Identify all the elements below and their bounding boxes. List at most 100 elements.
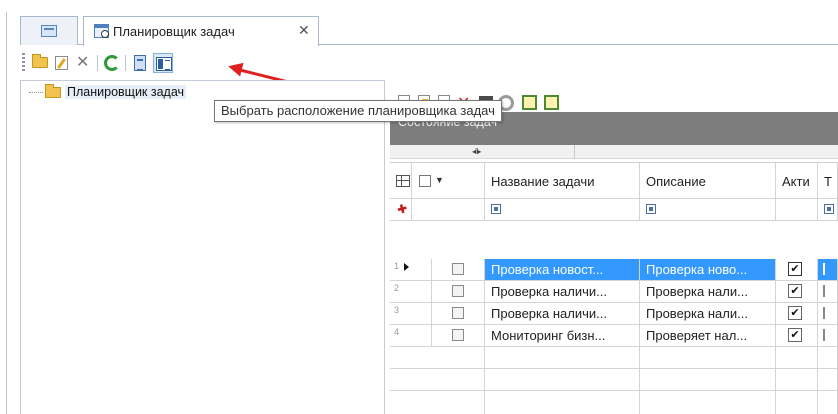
- tab-task-scheduler[interactable]: Планировщик задач ✕: [83, 16, 319, 46]
- row-checkbox[interactable]: [452, 329, 464, 341]
- cell-task-name[interactable]: Проверка наличи...: [485, 281, 640, 303]
- column-header-description[interactable]: Описание: [640, 163, 776, 199]
- cell-task-name[interactable]: Мониторинг бизн...: [485, 325, 640, 347]
- tooltip: Выбрать расположение планировщика задач: [214, 100, 502, 122]
- row-indicator-cell[interactable]: 2: [390, 281, 432, 303]
- table-row[interactable]: 2 Проверка наличи... Проверка нали... ✔: [390, 281, 838, 303]
- tasks-grid: ▼ Название задачи Описание Акти Т ✖ 1 Про…: [390, 162, 838, 414]
- import-icon: [544, 95, 559, 110]
- cell-active[interactable]: ✔: [776, 303, 818, 325]
- cell-task-name[interactable]: Проверка новост...: [485, 259, 640, 281]
- cell-type[interactable]: [818, 325, 838, 347]
- cell-description[interactable]: Проверка ново...: [640, 259, 776, 281]
- empty-row: [390, 369, 838, 391]
- truncated-text-mark: [823, 263, 825, 275]
- filter-type-cell[interactable]: [818, 199, 838, 221]
- column-chooser-cell[interactable]: [390, 163, 412, 199]
- row-indicator-cell[interactable]: 1: [390, 259, 432, 281]
- tree-panel: Планировщик задач: [20, 80, 385, 414]
- grid-header-row: ▼ Название задачи Описание Акти Т: [390, 163, 838, 199]
- active-checkbox[interactable]: ✔: [788, 328, 802, 342]
- filter-icon: [646, 204, 656, 214]
- select-all-cell[interactable]: ▼: [412, 163, 485, 199]
- empty-row: [390, 391, 838, 414]
- window-icon: [41, 25, 57, 37]
- calendar-clock-icon: [94, 24, 109, 38]
- chevron-down-icon[interactable]: ▼: [435, 175, 444, 185]
- panel-layout-icon: [156, 57, 172, 71]
- cell-type[interactable]: [818, 281, 838, 303]
- cell-active[interactable]: ✔: [776, 259, 818, 281]
- book-icon: [134, 55, 146, 71]
- export-button[interactable]: [521, 94, 539, 112]
- refresh-button[interactable]: [102, 53, 122, 73]
- tab-strip: Планировщик задач ✕: [20, 16, 838, 46]
- folder-icon: [45, 84, 61, 98]
- cell-active[interactable]: ✔: [776, 325, 818, 347]
- cell-type[interactable]: [818, 259, 838, 281]
- column-header-name[interactable]: Название задачи: [485, 163, 640, 199]
- row-checkbox-cell[interactable]: [432, 303, 485, 325]
- row-number: 4: [394, 327, 400, 337]
- row-number: 2: [394, 283, 400, 293]
- active-checkbox[interactable]: ✔: [788, 262, 802, 276]
- column-header-active[interactable]: Акти: [776, 163, 818, 199]
- cell-description[interactable]: Проверка нали...: [640, 303, 776, 325]
- select-scheduler-location-button[interactable]: [153, 53, 173, 73]
- filter-name-cell[interactable]: [485, 199, 640, 221]
- main-toolbar: ✕: [20, 51, 250, 75]
- row-number: 1: [394, 261, 400, 271]
- tab-home[interactable]: [20, 16, 78, 45]
- table-row[interactable]: 1 Проверка новост... Проверка ново... ✔: [390, 259, 838, 281]
- edit-button[interactable]: [52, 53, 72, 73]
- open-folder-button[interactable]: [30, 53, 50, 73]
- tab-label: Планировщик задач: [113, 24, 235, 39]
- cell-description[interactable]: Проверка нали...: [640, 281, 776, 303]
- edit-icon: [55, 56, 68, 70]
- current-row-icon: [404, 263, 409, 271]
- grid-icon: [396, 175, 410, 187]
- active-checkbox[interactable]: ✔: [788, 306, 802, 320]
- toolbar-grip[interactable]: [22, 53, 25, 71]
- truncated-text-mark: [823, 307, 825, 319]
- filter-check-cell: [412, 199, 485, 221]
- close-icon[interactable]: ✕: [298, 22, 310, 39]
- refresh-icon: [104, 55, 120, 71]
- table-row[interactable]: 3 Проверка наличи... Проверка нали... ✔: [390, 303, 838, 325]
- filter-active-cell[interactable]: [776, 199, 818, 221]
- table-row[interactable]: 4 Мониторинг бизн... Проверяет нал... ✔: [390, 325, 838, 347]
- splitter-grip-icon[interactable]: ◂‖▸: [472, 147, 481, 156]
- import-button[interactable]: [543, 94, 561, 112]
- row-number: 3: [394, 305, 400, 315]
- select-all-checkbox[interactable]: [419, 175, 431, 187]
- delete-icon: ✕: [76, 54, 90, 71]
- cell-description[interactable]: Проверяет нал...: [640, 325, 776, 347]
- panel-splitter[interactable]: ◂‖▸: [390, 145, 838, 159]
- delete-button[interactable]: ✕: [74, 53, 94, 73]
- row-checkbox-cell[interactable]: [432, 325, 485, 347]
- filter-icon: [824, 204, 834, 214]
- cell-active[interactable]: ✔: [776, 281, 818, 303]
- row-checkbox-cell[interactable]: [432, 259, 485, 281]
- row-checkbox[interactable]: [452, 307, 464, 319]
- toolbar-separator: [97, 55, 98, 71]
- row-checkbox[interactable]: [452, 285, 464, 297]
- grid-filter-row: ✖: [390, 199, 838, 221]
- cell-task-name[interactable]: Проверка наличи...: [485, 303, 640, 325]
- row-indicator-cell[interactable]: 4: [390, 325, 432, 347]
- row-indicator-cell[interactable]: 3: [390, 303, 432, 325]
- splitter-tab: [390, 145, 575, 159]
- cell-type[interactable]: [818, 303, 838, 325]
- column-header-type[interactable]: Т: [818, 163, 838, 199]
- row-checkbox[interactable]: [452, 263, 464, 275]
- truncated-text-mark: [823, 329, 825, 341]
- empty-row: [390, 347, 838, 369]
- filter-description-cell[interactable]: [640, 199, 776, 221]
- filter-icon: [491, 204, 501, 214]
- filter-pin-cell[interactable]: ✖: [390, 199, 412, 221]
- open-folder-icon: [32, 54, 48, 68]
- active-checkbox[interactable]: ✔: [788, 284, 802, 298]
- row-checkbox-cell[interactable]: [432, 281, 485, 303]
- toolbar-separator: [125, 55, 126, 71]
- book-button[interactable]: [130, 53, 150, 73]
